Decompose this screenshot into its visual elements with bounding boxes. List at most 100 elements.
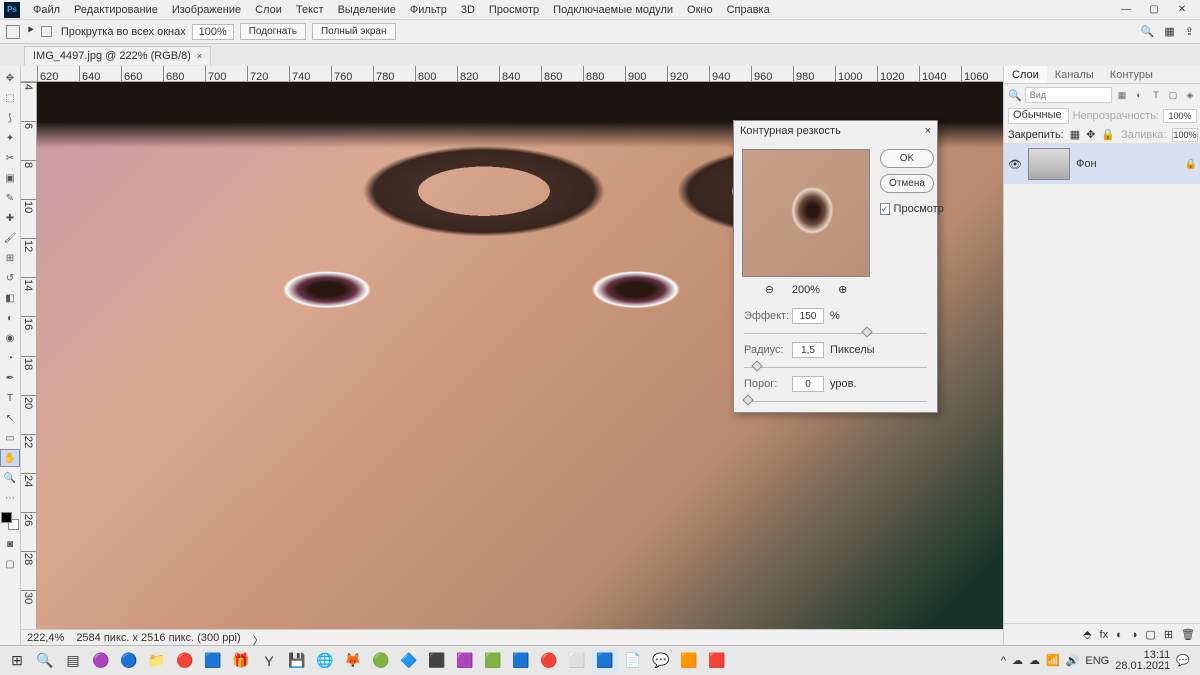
zoom-in-icon[interactable]: ⊕ bbox=[838, 283, 847, 296]
tray-notification-icon[interactable]: 💬 bbox=[1176, 654, 1190, 667]
tb-firefox[interactable]: 🦊 bbox=[340, 649, 366, 673]
group-icon[interactable]: ▢ bbox=[1145, 628, 1155, 641]
tray-wifi-icon[interactable]: 📶 bbox=[1046, 654, 1060, 667]
tb-photoshop[interactable]: 🟦 bbox=[592, 649, 618, 673]
adj-icon[interactable]: ◑ bbox=[1131, 629, 1138, 641]
tab-channels[interactable]: Каналы bbox=[1047, 66, 1102, 83]
menu-select[interactable]: Выделение bbox=[331, 0, 403, 19]
tb-opera[interactable]: 🔴 bbox=[536, 649, 562, 673]
hand-tool[interactable]: ✋ bbox=[0, 449, 20, 467]
maximize-button[interactable]: ▢ bbox=[1140, 1, 1168, 19]
frame-tool[interactable]: ▣ bbox=[0, 169, 20, 187]
tb-app[interactable]: ⬛ bbox=[424, 649, 450, 673]
tb-app[interactable]: 🟧 bbox=[676, 649, 702, 673]
lock-all-icon[interactable]: 🔒 bbox=[1101, 128, 1115, 141]
tab-paths[interactable]: Контуры bbox=[1102, 66, 1161, 83]
document-tab[interactable]: IMG_4497.jpg @ 222% (RGB/8)× bbox=[24, 46, 211, 65]
layer-row[interactable]: 👁 Фон 🔒 bbox=[1004, 144, 1200, 184]
tray-chevron-icon[interactable]: ^ bbox=[1001, 655, 1006, 667]
tb-explorer[interactable]: 📁 bbox=[144, 649, 170, 673]
search-button[interactable]: 🔍 bbox=[32, 649, 58, 673]
tab-layers[interactable]: Слои bbox=[1004, 66, 1047, 83]
scroll-all-checkbox[interactable] bbox=[41, 26, 52, 37]
cancel-button[interactable]: Отмена bbox=[880, 174, 934, 193]
dodge-tool[interactable]: ◔ bbox=[0, 349, 20, 367]
tray-cloud-icon[interactable]: ☁ bbox=[1012, 654, 1023, 667]
fit-button[interactable]: Подогнать bbox=[240, 23, 306, 40]
amount-slider[interactable] bbox=[744, 328, 927, 334]
tb-app[interactable]: 🟢 bbox=[368, 649, 394, 673]
threshold-input[interactable] bbox=[792, 376, 824, 392]
zoom-field[interactable]: 100% bbox=[192, 24, 234, 40]
layer-thumbnail[interactable] bbox=[1028, 148, 1070, 180]
menu-filter[interactable]: Фильтр bbox=[403, 0, 454, 19]
zoom-tool[interactable]: 🔍 bbox=[0, 469, 20, 487]
dialog-preview[interactable] bbox=[742, 149, 870, 277]
lock-pixel-icon[interactable]: ▦ bbox=[1070, 128, 1080, 141]
dialog-close-icon[interactable]: × bbox=[925, 125, 931, 137]
tb-app[interactable]: 🔷 bbox=[396, 649, 422, 673]
new-layer-icon[interactable]: ⊞ bbox=[1164, 628, 1173, 641]
filter-smart-icon[interactable]: ◈ bbox=[1183, 88, 1197, 102]
tb-app[interactable]: 🟪 bbox=[452, 649, 478, 673]
search-icon[interactable]: 🔍 bbox=[1141, 25, 1155, 38]
trash-icon[interactable]: 🗑 bbox=[1181, 628, 1195, 641]
blur-tool[interactable]: ◉ bbox=[0, 329, 20, 347]
ok-button[interactable]: OK bbox=[880, 149, 934, 168]
crop-tool[interactable]: ✂ bbox=[0, 149, 20, 167]
menu-edit[interactable]: Редактирование bbox=[67, 0, 165, 19]
shape-tool[interactable]: ▭ bbox=[0, 429, 20, 447]
stamp-tool[interactable]: ⊞ bbox=[0, 249, 20, 267]
filter-shape-icon[interactable]: ▢ bbox=[1166, 88, 1180, 102]
menu-window[interactable]: Окно bbox=[680, 0, 720, 19]
screenmode-tool[interactable]: ▢ bbox=[0, 555, 20, 573]
tb-whatsapp[interactable]: 💬 bbox=[648, 649, 674, 673]
close-tab-icon[interactable]: × bbox=[197, 51, 202, 61]
tb-app[interactable]: 🟥 bbox=[704, 649, 730, 673]
home-icon[interactable] bbox=[6, 25, 20, 39]
tb-app[interactable]: 💾 bbox=[284, 649, 310, 673]
menu-plugins[interactable]: Подключаемые модули bbox=[546, 0, 680, 19]
menu-file[interactable]: Файл bbox=[26, 0, 67, 19]
opacity-value[interactable]: 100% bbox=[1163, 109, 1197, 123]
type-tool[interactable]: T bbox=[0, 389, 20, 407]
zoom-out-icon[interactable]: ⊖ bbox=[765, 283, 774, 296]
menu-view[interactable]: Просмотр bbox=[482, 0, 546, 19]
menu-text[interactable]: Текст bbox=[289, 0, 331, 19]
preview-checkbox[interactable]: ✓ bbox=[880, 203, 890, 215]
tb-app[interactable]: 🎁 bbox=[228, 649, 254, 673]
quickmask-tool[interactable]: ◙ bbox=[0, 535, 20, 553]
gradient-tool[interactable]: ◐ bbox=[0, 309, 20, 327]
link-icon[interactable]: ⬘ bbox=[1083, 628, 1091, 641]
menu-image[interactable]: Изображение bbox=[165, 0, 248, 19]
heal-tool[interactable]: ✚ bbox=[0, 209, 20, 227]
tb-app[interactable]: 🟩 bbox=[480, 649, 506, 673]
blend-mode-select[interactable]: Обычные bbox=[1008, 108, 1069, 124]
radius-input[interactable] bbox=[792, 342, 824, 358]
wand-tool[interactable]: ✦ bbox=[0, 129, 20, 147]
eraser-tool[interactable]: ◧ bbox=[0, 289, 20, 307]
tb-app[interactable]: 🔴 bbox=[172, 649, 198, 673]
tb-app[interactable]: Y bbox=[256, 649, 282, 673]
minimize-button[interactable]: — bbox=[1112, 1, 1140, 19]
eyedropper-tool[interactable]: ✎ bbox=[0, 189, 20, 207]
tb-app[interactable]: 🟦 bbox=[200, 649, 226, 673]
tb-app[interactable]: 🟦 bbox=[508, 649, 534, 673]
mask-icon[interactable]: ◐ bbox=[1116, 629, 1123, 641]
tray-lang[interactable]: ENG bbox=[1085, 655, 1109, 667]
tb-app[interactable]: ⬜ bbox=[564, 649, 590, 673]
workspace-icon[interactable]: ▦ bbox=[1164, 25, 1174, 38]
lock-pos-icon[interactable]: ✥ bbox=[1086, 128, 1095, 141]
color-swatches[interactable] bbox=[1, 512, 19, 530]
threshold-slider[interactable] bbox=[744, 396, 927, 402]
brush-tool[interactable]: 🖌 bbox=[0, 229, 20, 247]
tray-clock[interactable]: 13:1128.01.2021 bbox=[1115, 650, 1170, 672]
menu-help[interactable]: Справка bbox=[720, 0, 777, 19]
tb-chrome[interactable]: 🌐 bbox=[312, 649, 338, 673]
filter-pixel-icon[interactable]: ▦ bbox=[1115, 88, 1129, 102]
fx-icon[interactable]: fx bbox=[1100, 629, 1109, 641]
tb-app[interactable]: 🔵 bbox=[116, 649, 142, 673]
amount-input[interactable] bbox=[792, 308, 824, 324]
fullscreen-button[interactable]: Полный экран bbox=[312, 23, 396, 40]
history-tool[interactable]: ↺ bbox=[0, 269, 20, 287]
